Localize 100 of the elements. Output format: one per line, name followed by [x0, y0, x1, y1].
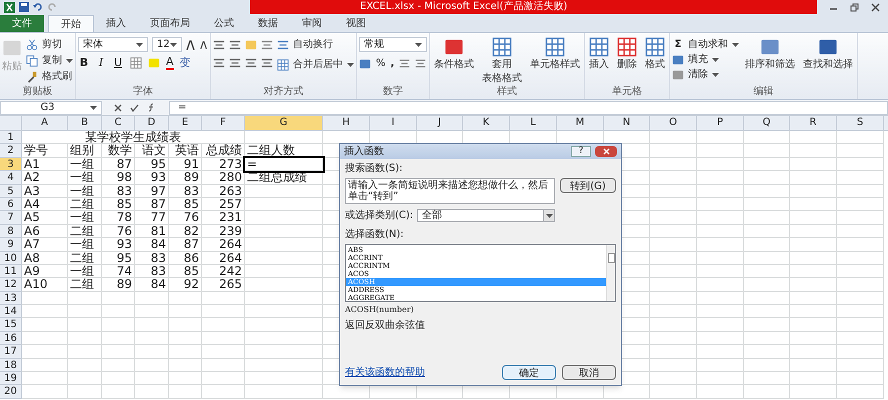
ribbon-tab[interactable]: 公式	[202, 15, 246, 32]
table-cell: 学号	[22, 144, 68, 158]
column-header[interactable]: N	[604, 116, 650, 130]
column-header[interactable]: B	[68, 116, 102, 130]
empty-cell	[790, 264, 837, 278]
font-color-button[interactable]: A	[166, 56, 174, 70]
row-header[interactable]: 17	[0, 345, 22, 359]
font-size-combo[interactable]: 12	[152, 37, 182, 52]
row-header[interactable]: 4	[0, 171, 22, 185]
ribbon-button[interactable]: Σ 自动求和	[672, 37, 739, 52]
phonetic-button[interactable]: 变	[180, 57, 191, 70]
column-header[interactable]: K	[463, 116, 510, 130]
undo-icon[interactable]	[33, 2, 43, 12]
italic-button[interactable]: I	[96, 55, 106, 72]
ribbon-button[interactable]: 剪切	[26, 37, 73, 53]
ribbon-tab[interactable]: 视图	[334, 15, 378, 32]
row-header[interactable]: 14	[0, 305, 22, 318]
row-header[interactable]: 5	[0, 184, 22, 198]
column-header[interactable]: H	[323, 116, 370, 130]
table-cell: 87	[169, 238, 202, 252]
row-header[interactable]: 13	[0, 292, 22, 306]
row-header[interactable]: 7	[0, 211, 22, 225]
close-icon[interactable]	[871, 2, 880, 12]
save-icon[interactable]	[19, 2, 29, 12]
row-header[interactable]: 6	[0, 198, 22, 212]
column-header[interactable]: Q	[744, 116, 790, 130]
decrease-decimal-icon	[415, 58, 426, 69]
row-header[interactable]: 8	[0, 224, 22, 238]
help-button[interactable]: ?	[571, 146, 591, 157]
row-header[interactable]: 2	[0, 144, 22, 158]
ribbon-button[interactable]: 合并后居中	[277, 57, 354, 73]
row-header[interactable]: 1	[0, 131, 22, 144]
go-button[interactable]: 转到(G)	[560, 178, 616, 193]
column-header[interactable]: O	[650, 116, 697, 130]
ribbon-button[interactable]: 删除	[615, 37, 639, 71]
name-box[interactable]: G3	[0, 100, 102, 114]
ribbon-tab[interactable]: 页面布局	[138, 15, 202, 32]
ribbon-tab[interactable]: 审阅	[290, 15, 334, 32]
column-header[interactable]: D	[135, 116, 169, 130]
row-header[interactable]: 18	[0, 358, 22, 372]
enter-icon[interactable]	[130, 104, 139, 112]
row-header[interactable]: 20	[0, 385, 22, 399]
help-link[interactable]: 有关该函数的帮助	[345, 365, 425, 380]
ribbon-button[interactable]: 格式刷	[26, 69, 73, 85]
column-header[interactable]: G	[245, 116, 323, 130]
column-header[interactable]: E	[169, 116, 202, 130]
close-button[interactable]	[595, 146, 617, 157]
shrink-font-icon[interactable]	[200, 40, 208, 48]
search-field[interactable]: 请输入一条简短说明来描述您想做什么，然后单击“转到”	[345, 178, 555, 204]
number-format-combo[interactable]: 常规	[359, 37, 427, 52]
ribbon-button[interactable]: 填充	[672, 52, 739, 67]
bold-button[interactable]: B	[78, 55, 90, 72]
table-cell: 87	[135, 198, 169, 212]
ribbon-button[interactable]: 查找和选择	[801, 37, 855, 71]
row-header[interactable]: 19	[0, 372, 22, 386]
align-top-icon	[213, 39, 225, 51]
ribbon-button[interactable]: 自动换行	[277, 37, 354, 53]
column-header[interactable]: J	[417, 116, 463, 130]
row-header[interactable]: 3	[0, 158, 22, 172]
ribbon-tab[interactable]: 数据	[246, 15, 290, 32]
cancel-icon[interactable]	[114, 104, 122, 112]
empty-cell	[169, 305, 202, 318]
ribbon-button[interactable]: 套用 表格格式	[480, 37, 524, 85]
row-header[interactable]: 11	[0, 264, 22, 278]
font-name-combo[interactable]: 宋体	[78, 37, 148, 52]
restore-icon[interactable]	[850, 2, 859, 12]
column-header[interactable]: R	[790, 116, 837, 130]
empty-cell	[837, 318, 884, 332]
formula-field[interactable]: =	[169, 100, 888, 114]
ribbon-tab[interactable]: 开始	[48, 15, 94, 32]
ribbon-button[interactable]: 单元格样式	[528, 37, 582, 71]
column-header[interactable]: A	[22, 116, 68, 130]
ribbon-button[interactable]: 条件格式	[432, 37, 476, 71]
scrollbar[interactable]	[606, 245, 615, 301]
row-header[interactable]: 16	[0, 332, 22, 346]
ribbon-tab[interactable]: 插入	[94, 15, 138, 32]
row-header[interactable]: 9	[0, 238, 22, 252]
category-dropdown[interactable]: 全部	[417, 209, 556, 222]
column-header[interactable]: L	[510, 116, 557, 130]
column-header[interactable]: M	[557, 116, 604, 130]
comma-button[interactable]: ,	[390, 56, 394, 71]
column-header[interactable]: P	[697, 116, 744, 130]
row-header[interactable]: 12	[0, 278, 22, 292]
ribbon-button[interactable]: 排序和筛选	[743, 37, 797, 71]
row-header[interactable]: 10	[0, 252, 22, 265]
grow-font-icon[interactable]	[186, 40, 196, 50]
ok-button[interactable]: 确定	[502, 365, 556, 380]
column-header[interactable]: S	[837, 116, 884, 130]
cancel-button[interactable]: 取消	[562, 365, 616, 380]
column-header[interactable]: C	[102, 116, 135, 130]
ribbon-button[interactable]: 复制	[26, 53, 73, 69]
ribbon-tab[interactable]: 文件	[0, 15, 44, 32]
ribbon-button[interactable]: 格式	[643, 37, 667, 71]
ribbon-button[interactable]: 插入	[587, 37, 611, 71]
ribbon-button[interactable]: 清除	[672, 67, 739, 82]
table-cell: 语文	[135, 144, 169, 158]
column-header[interactable]: I	[370, 116, 417, 130]
row-header[interactable]: 15	[0, 318, 22, 332]
underline-button[interactable]: U	[112, 55, 124, 72]
percent-button[interactable]: %	[376, 56, 386, 71]
